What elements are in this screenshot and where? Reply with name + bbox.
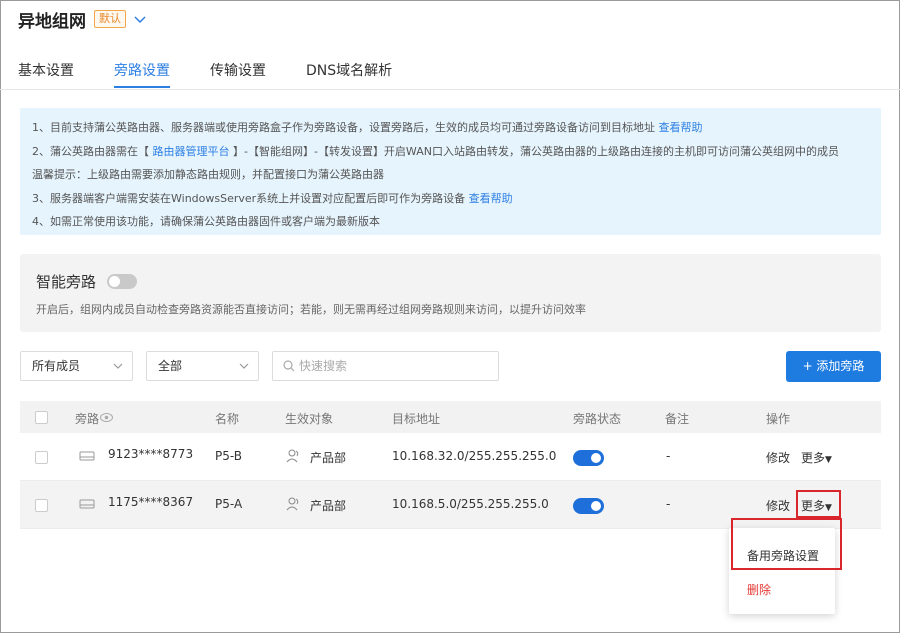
notice-text-4: 3、服务器端客户端需安装在WindowsServer系统上并设置对应配置后即可作…	[32, 191, 466, 205]
chevron-down-icon	[239, 363, 249, 369]
default-badge: 默认	[94, 10, 126, 28]
tab-bypass-settings[interactable]: 旁路设置	[114, 60, 170, 88]
smart-bypass-panel: 智能旁路 开启后，组网内成员自动检查旁路资源能否直接访问；若能，则无需再经过组网…	[20, 254, 881, 332]
table-row: 9123****8773 P5-B 产品部 10.168.32.0/255.25…	[20, 433, 881, 481]
notice-line-3: 温馨提示：上级路由需要添加静态路由规则，并配置接口为蒲公英路由器	[32, 168, 384, 181]
tab-bar: 基本设置 旁路设置 传输设置 DNS域名解析	[0, 52, 900, 90]
chevron-down-icon	[113, 363, 123, 369]
status-select-value: 全部	[158, 359, 183, 373]
notice-line-1: 1、目前支持蒲公英路由器、服务器端或使用旁路盒子作为旁路设备，设置旁路后，生效的…	[32, 116, 869, 140]
col-bypass: 旁路	[75, 412, 100, 426]
router-platform-link[interactable]: 路由器管理平台	[153, 145, 230, 158]
col-target: 生效对象	[285, 412, 334, 426]
menu-highlight-box	[731, 518, 842, 570]
bypass-status-toggle[interactable]	[573, 498, 604, 514]
page-header: 异地组网 默认	[18, 8, 146, 32]
col-address: 目标地址	[392, 412, 441, 426]
col-actions: 操作	[766, 412, 791, 426]
search-placeholder: 快速搜索	[299, 359, 348, 373]
tab-dns-resolution[interactable]: DNS域名解析	[306, 60, 392, 80]
tab-basic-settings[interactable]: 基本设置	[18, 60, 74, 80]
member-select-value: 所有成员	[32, 359, 81, 373]
row-checkbox[interactable]	[35, 499, 48, 512]
menu-item-delete[interactable]: 删除	[747, 581, 771, 598]
notice-text-2a: 2、蒲公英路由器需在【	[32, 144, 149, 158]
row-name: P5-B	[215, 449, 243, 463]
more-dropdown[interactable]: 更多▼	[801, 449, 832, 466]
table-header: 旁路 名称 生效对象 目标地址 旁路状态 备注 操作	[20, 401, 881, 433]
more-highlight-box	[796, 490, 841, 518]
row-checkbox[interactable]	[35, 451, 48, 464]
device-id: 9123****8773	[108, 447, 194, 461]
smart-bypass-desc: 开启后，组网内成员自动检查旁路资源能否直接访问；若能，则无需再经过组网旁路规则来…	[36, 303, 586, 316]
help-link-2[interactable]: 查看帮助	[469, 192, 513, 205]
device-id: 1175****8367	[108, 495, 194, 509]
search-input[interactable]: 快速搜索	[272, 351, 499, 381]
users-icon	[286, 497, 299, 511]
select-all-checkbox[interactable]	[35, 411, 48, 424]
col-status: 旁路状态	[573, 412, 622, 426]
page-title: 异地组网	[18, 11, 86, 32]
notice-line-4: 3、服务器端客户端需安装在WindowsServer系统上并设置对应配置后即可作…	[32, 187, 869, 211]
smart-bypass-title: 智能旁路	[36, 273, 97, 291]
smart-bypass-toggle[interactable]	[107, 274, 137, 289]
router-icon	[79, 499, 95, 509]
col-name: 名称	[215, 412, 240, 426]
search-icon	[283, 360, 295, 372]
row-address: 10.168.32.0/255.255.255.0	[392, 449, 557, 463]
bypass-status-toggle[interactable]	[573, 450, 604, 466]
edit-link[interactable]: 修改	[766, 497, 790, 514]
row-address: 10.168.5.0/255.255.255.0	[392, 497, 549, 511]
row-target: 产品部	[310, 451, 347, 465]
row-note: -	[666, 497, 671, 511]
help-link-1[interactable]: 查看帮助	[659, 121, 703, 134]
row-target: 产品部	[310, 499, 347, 513]
notice-text-2b: 】-【智能组网】-【转发设置】开启WAN口入站路由转发，蒲公英路由器的上级路由连…	[233, 144, 839, 158]
chevron-down-icon[interactable]	[134, 13, 146, 25]
add-bypass-button[interactable]: + 添加旁路	[786, 351, 881, 382]
eye-icon[interactable]	[100, 413, 113, 422]
notice-line-2: 2、蒲公英路由器需在【 路由器管理平台 】-【智能组网】-【转发设置】开启WAN…	[32, 140, 869, 164]
notice-line-5: 4、如需正常使用该功能，请确保蒲公英路由器固件或客户端为最新版本	[32, 215, 380, 228]
status-select[interactable]: 全部	[146, 351, 259, 381]
more-label: 更多	[801, 451, 826, 465]
tab-transfer-settings[interactable]: 传输设置	[210, 60, 266, 80]
member-select[interactable]: 所有成员	[20, 351, 133, 381]
caret-down-icon: ▼	[825, 455, 832, 465]
row-note: -	[666, 449, 671, 463]
row-name: P5-A	[215, 497, 243, 511]
col-note: 备注	[665, 412, 690, 426]
edit-link[interactable]: 修改	[766, 449, 790, 466]
notice-text-1: 1、目前支持蒲公英路由器、服务器端或使用旁路盒子作为旁路设备，设置旁路后，生效的…	[32, 121, 655, 134]
users-icon	[286, 449, 299, 463]
router-icon	[79, 451, 95, 461]
info-notice: 1、目前支持蒲公英路由器、服务器端或使用旁路盒子作为旁路设备，设置旁路后，生效的…	[20, 108, 881, 235]
